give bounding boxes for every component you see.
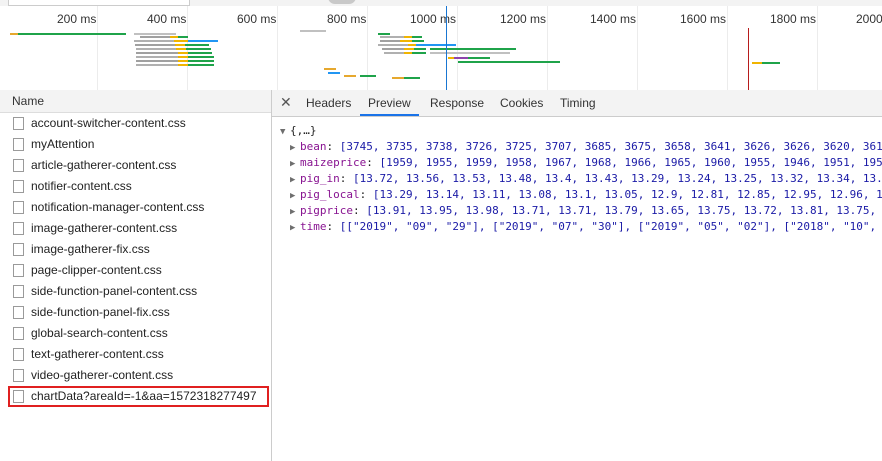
close-icon[interactable]: ✕: [280, 94, 292, 111]
request-name: side-function-panel-content.css: [31, 284, 198, 298]
request-name: article-gatherer-content.css: [31, 158, 177, 172]
request-name: text-gatherer-content.css: [31, 347, 164, 361]
detail-tabbar: ✕ Headers Preview Response Cookies Timin…: [272, 90, 882, 117]
filter-type-selected[interactable]: [328, 0, 356, 4]
tab-timing[interactable]: Timing: [552, 90, 604, 116]
request-detail-panel: ✕ Headers Preview Response Cookies Timin…: [272, 90, 882, 461]
request-row[interactable]: account-switcher-content.css: [0, 113, 271, 134]
request-name: notifier-content.css: [31, 179, 132, 193]
json-property-pigprice[interactable]: ▶ pigprice: [13.91, 13.95, 13.98, 13.71, …: [280, 203, 877, 220]
request-row-selected[interactable]: chartData?areaId=-1&aa=1572318277497: [8, 386, 269, 407]
json-value: [3745, 3735, 3738, 3726, 3725, 3707, 368…: [339, 140, 882, 153]
request-name: image-gatherer-content.css: [31, 221, 178, 235]
file-icon: [13, 306, 24, 319]
file-icon: [13, 285, 24, 298]
file-icon: [13, 138, 24, 151]
file-icon: [13, 348, 24, 361]
request-name: image-gatherer-fix.css: [31, 242, 150, 256]
timeline-overview[interactable]: 200 ms 400 ms 600 ms 800 ms 1000 ms 1200…: [0, 6, 882, 91]
tab-response[interactable]: Response: [422, 90, 492, 116]
json-property-bean[interactable]: ▶ bean: [3745, 3735, 3738, 3726, 3725, 37…: [280, 139, 882, 156]
request-name: chartData?areaId=-1&aa=1572318277497: [31, 389, 257, 403]
request-name: side-function-panel-fix.css: [31, 305, 170, 319]
request-row[interactable]: notification-manager-content.css: [0, 197, 271, 218]
file-icon: [13, 243, 24, 256]
tab-headers[interactable]: Headers: [298, 90, 359, 116]
json-key: time: [300, 220, 327, 233]
file-icon: [13, 222, 24, 235]
request-row[interactable]: myAttention: [0, 134, 271, 155]
request-row[interactable]: video-gatherer-content.css: [0, 365, 271, 386]
json-preview: ▼ {,…} ▶ bean: [3745, 3735, 3738, 3726, 37…: [272, 117, 882, 235]
json-value: [1959, 1955, 1959, 1958, 1967, 1968, 196…: [379, 156, 882, 169]
file-icon: [13, 369, 24, 382]
json-root-node[interactable]: ▼ {,…}: [280, 123, 874, 139]
request-row[interactable]: image-gatherer-content.css: [0, 218, 271, 239]
tab-preview[interactable]: Preview: [360, 90, 419, 116]
request-row[interactable]: global-search-content.css: [0, 323, 271, 344]
file-icon: [13, 117, 24, 130]
json-value: [13.72, 13.56, 13.53, 13.48, 13.4, 13.43…: [353, 172, 882, 185]
expanded-triangle-icon[interactable]: ▼: [280, 124, 290, 140]
json-key: maizeprice: [300, 156, 367, 169]
request-row[interactable]: notifier-content.css: [0, 176, 271, 197]
collapsed-triangle-icon[interactable]: ▶: [290, 204, 300, 220]
request-row[interactable]: page-clipper-content.css: [0, 260, 271, 281]
json-property-pig-in[interactable]: ▶ pig_in: [13.72, 13.56, 13.53, 13.48, 13…: [280, 171, 882, 188]
timeline-waterfall-bars: [10, 6, 780, 90]
file-icon: [13, 390, 24, 403]
collapsed-triangle-icon[interactable]: ▶: [290, 156, 300, 172]
file-icon: [13, 201, 24, 214]
json-key: bean: [300, 140, 327, 153]
collapsed-triangle-icon[interactable]: ▶: [290, 140, 300, 156]
request-name: myAttention: [31, 137, 95, 151]
json-property-pig-local[interactable]: ▶ pig_local: [13.29, 13.14, 13.11, 13.08,…: [280, 187, 882, 204]
collapsed-triangle-icon[interactable]: ▶: [290, 188, 300, 204]
collapsed-triangle-icon[interactable]: ▶: [290, 172, 300, 188]
request-row[interactable]: text-gatherer-content.css: [0, 344, 271, 365]
request-list: Name account-switcher-content.css myAtte…: [0, 90, 272, 461]
collapsed-triangle-icon[interactable]: ▶: [290, 220, 300, 235]
tab-cookies[interactable]: Cookies: [492, 90, 551, 116]
request-name: global-search-content.css: [31, 326, 168, 340]
request-name: page-clipper-content.css: [31, 263, 162, 277]
request-name: notification-manager-content.css: [31, 200, 205, 214]
file-icon: [13, 264, 24, 277]
json-value: [13.29, 13.14, 13.11, 13.08, 13.1, 13.05…: [372, 188, 882, 201]
json-property-maizeprice[interactable]: ▶ maizeprice: [1959, 1955, 1959, 1958, 19…: [280, 155, 882, 172]
json-key: pig_in: [300, 172, 340, 185]
request-row[interactable]: side-function-panel-content.css: [0, 281, 271, 302]
request-row[interactable]: article-gatherer-content.css: [0, 155, 271, 176]
json-key: pig_local: [300, 188, 360, 201]
json-value: [["2019", "09", "29"], ["2019", "07", "3…: [339, 220, 877, 233]
json-value: [13.91, 13.95, 13.98, 13.71, 13.71, 13.7…: [366, 204, 877, 217]
name-column-header[interactable]: Name: [0, 90, 271, 113]
file-icon: [13, 327, 24, 340]
json-key: pigprice: [300, 204, 353, 217]
request-name: account-switcher-content.css: [31, 116, 186, 130]
file-icon: [13, 180, 24, 193]
json-property-time[interactable]: ▶ time: [["2019", "09", "29"], ["2019", "…: [280, 219, 877, 235]
file-icon: [13, 159, 24, 172]
request-row[interactable]: side-function-panel-fix.css: [0, 302, 271, 323]
request-row[interactable]: image-gatherer-fix.css: [0, 239, 271, 260]
request-name: video-gatherer-content.css: [31, 368, 174, 382]
